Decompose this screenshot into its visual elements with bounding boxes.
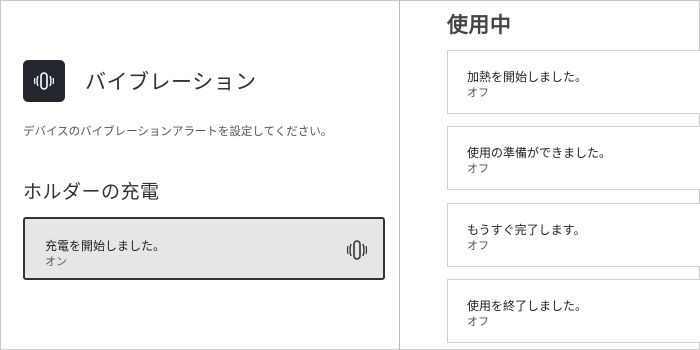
page-title: バイブレーション [85, 70, 257, 94]
use-ended-setting[interactable]: 使用を終了しました。 オフ [447, 279, 700, 343]
setting-label: 使用を終了しました。 [467, 299, 588, 313]
in-use-settings-pane: 使用中 加熱を開始しました。 オフ 使用の準備ができました。 オフ もうすぐ完了… [400, 0, 700, 350]
vibration-header: バイブレーション [23, 60, 257, 102]
vibration-settings-pane: バイブレーション デバイスのバイブレーションアラートを設定してください。 ホルダ… [0, 0, 399, 350]
vibration-icon [33, 72, 55, 90]
setting-value: オフ [467, 315, 489, 328]
heating-started-setting[interactable]: 加熱を開始しました。 オフ [447, 50, 700, 114]
setting-value: オフ [467, 239, 489, 252]
in-use-section-title: 使用中 [447, 13, 512, 37]
setting-value: オフ [467, 86, 489, 99]
almost-done-setting[interactable]: もうすぐ完了します。 オフ [447, 203, 700, 267]
charging-started-setting[interactable]: 充電を開始しました。 オン [23, 217, 385, 280]
setting-label: もうすぐ完了します。 [467, 223, 586, 237]
vibration-icon [346, 240, 368, 260]
setting-value: オフ [467, 162, 489, 175]
setting-value: オン [45, 255, 67, 268]
page-description: デバイスのバイブレーションアラートを設定してください。 [23, 124, 333, 138]
setting-label: 充電を開始しました。 [45, 239, 166, 253]
holder-charging-section-title: ホルダーの充電 [23, 181, 160, 203]
ready-to-use-setting[interactable]: 使用の準備ができました。 オフ [447, 126, 700, 190]
setting-label: 加熱を開始しました。 [467, 70, 588, 84]
setting-label: 使用の準備ができました。 [467, 146, 612, 160]
vibration-badge [23, 60, 65, 102]
